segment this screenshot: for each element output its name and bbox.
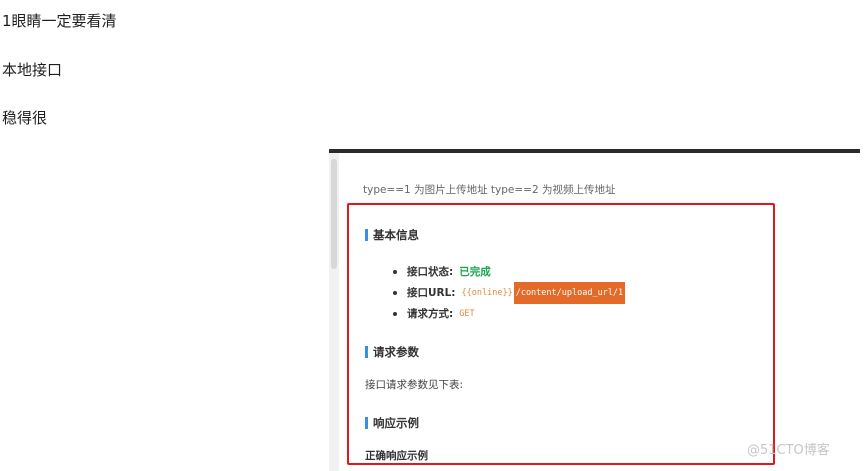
section-bar-icon xyxy=(365,417,368,429)
basic-info-list: 接口状态: 已完成 接口URL: {{online}} /content/upl… xyxy=(393,261,626,324)
paragraph-3: 稳得很 xyxy=(2,109,48,127)
section-title-basic-info: 基本信息 xyxy=(365,227,419,243)
section-title-text: 响应示例 xyxy=(373,416,419,430)
response-subtitle: 正确响应示例 xyxy=(365,450,428,462)
status-value: 已完成 xyxy=(459,265,491,278)
bullet-dot-icon xyxy=(393,311,397,316)
status-key: 接口状态: xyxy=(407,265,454,278)
paragraph-1: 1眼睛一定要看清 xyxy=(2,12,117,30)
blog-page: 1眼睛一定要看清 本地接口 稳得很 type==1 为图片上传地址 type==… xyxy=(0,0,867,471)
highlight-box: 基本信息 接口状态: 已完成 接口URL: {{online}} /conten… xyxy=(347,203,775,465)
method-value: GET xyxy=(459,308,475,319)
list-item-status: 接口状态: 已完成 xyxy=(393,261,625,282)
screenshot-scrollbar xyxy=(329,153,339,471)
bullet-dot-icon xyxy=(393,290,397,295)
section-bar-icon xyxy=(365,229,368,241)
type-note: type==1 为图片上传地址 type==2 为视频上传地址 xyxy=(363,184,616,196)
screenshot-top-bar xyxy=(329,149,860,153)
url-key: 接口URL: xyxy=(407,286,456,299)
url-variable: {{online}} xyxy=(461,287,513,298)
paragraph-2: 本地接口 xyxy=(2,61,63,79)
embedded-screenshot: type==1 为图片上传地址 type==2 为视频上传地址 基本信息 接口状… xyxy=(329,149,860,471)
section-title-request-params: 请求参数 xyxy=(365,344,419,360)
list-item-url: 接口URL: {{online}} /content/upload_url/1 xyxy=(393,281,626,304)
watermark: @51CTO博客 xyxy=(747,443,830,458)
section-bar-icon xyxy=(365,346,368,358)
scrollbar-thumb xyxy=(331,159,337,269)
section-title-text: 请求参数 xyxy=(373,345,419,359)
method-key: 请求方式: xyxy=(407,307,454,320)
bullet-dot-icon xyxy=(393,269,397,274)
section-title-text: 基本信息 xyxy=(373,228,419,242)
list-item-method: 请求方式: GET xyxy=(393,303,625,324)
section-title-response-example: 响应示例 xyxy=(365,415,419,431)
params-description: 接口请求参数见下表: xyxy=(365,379,464,391)
url-path-highlighted: /content/upload_url/1 xyxy=(513,281,626,304)
